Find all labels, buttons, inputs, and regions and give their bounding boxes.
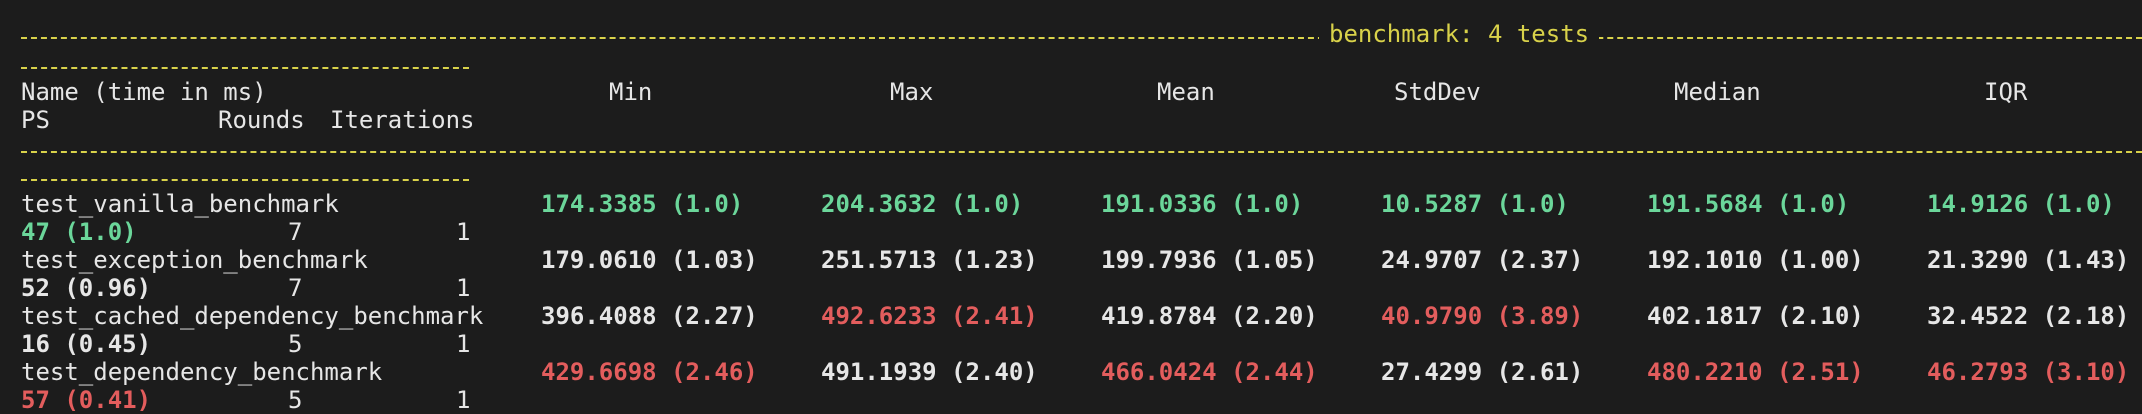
header-min: Min (609, 78, 653, 106)
row-ps: 16 (0.45) (21, 330, 152, 358)
row-iqr: 14.9126 (1.0) (1927, 190, 2115, 218)
header-separator-wrap (21, 162, 2142, 190)
row-name: test_dependency_benchmark (21, 358, 383, 386)
row-iterations: 1 (456, 218, 471, 246)
row-ps: 57 (0.41) (21, 386, 152, 414)
row-name: test_vanilla_benchmark (21, 190, 339, 218)
row-rounds: 5 (288, 386, 303, 414)
row-median: 191.5684 (1.0) (1647, 190, 1850, 218)
row-stddev: 27.4299 (2.61) (1381, 358, 1584, 386)
header-stddev: StdDev (1394, 78, 1481, 106)
row-mean: 466.0424 (2.44) (1101, 358, 1318, 386)
row-median: 402.1817 (2.10) (1647, 302, 1864, 330)
header-name: Name (time in ms) (21, 78, 267, 106)
header-mean: Mean (1157, 78, 1215, 106)
row-iqr: 21.3290 (1.43) (1927, 246, 2130, 274)
row-max: 492.6233 (2.41) (821, 302, 1038, 330)
separator-line (21, 151, 2142, 153)
top-separator-wrap (21, 50, 2142, 78)
header-iterations: Iterations (330, 106, 475, 134)
row-rounds: 7 (288, 274, 303, 302)
row-median: 192.1010 (1.00) (1647, 246, 1864, 274)
separator-line (21, 37, 2142, 39)
row-iqr: 32.4522 (2.18) (1927, 302, 2130, 330)
row-mean: 419.8784 (2.20) (1101, 302, 1318, 330)
header-rounds: Rounds (218, 106, 305, 134)
row-max: 204.3632 (1.0) (821, 190, 1024, 218)
row-mean: 199.7936 (1.05) (1101, 246, 1318, 274)
row-iterations: 1 (456, 330, 471, 358)
top-separator: benchmark: 4 tests (21, 20, 2142, 48)
header-ps: PS (21, 106, 50, 134)
separator-line-wrap (21, 67, 469, 69)
row-min: 429.6698 (2.46) (541, 358, 758, 386)
header-max: Max (890, 78, 934, 106)
row-mean: 191.0336 (1.0) (1101, 190, 1304, 218)
row-min: 179.0610 (1.03) (541, 246, 758, 274)
row-min: 174.3385 (1.0) (541, 190, 744, 218)
row-ps: 52 (0.96) (21, 274, 152, 302)
row-stddev: 10.5287 (1.0) (1381, 190, 1569, 218)
benchmark-title: benchmark: 4 tests (1319, 20, 1600, 48)
row-max: 491.1939 (2.40) (821, 358, 1038, 386)
row-iterations: 1 (456, 274, 471, 302)
row-iqr: 46.2793 (3.10) (1927, 358, 2130, 386)
row-median: 480.2210 (2.51) (1647, 358, 1864, 386)
row-min: 396.4088 (2.27) (541, 302, 758, 330)
row-name: test_cached_dependency_benchmark (21, 302, 484, 330)
row-stddev: 24.9707 (2.37) (1381, 246, 1584, 274)
header-separator (21, 134, 2142, 162)
header-median: Median (1674, 78, 1761, 106)
row-iterations: 1 (456, 386, 471, 414)
row-stddev: 40.9790 (3.89) (1381, 302, 1584, 330)
row-max: 251.5713 (1.23) (821, 246, 1038, 274)
header-iqr: IQR (1984, 78, 2028, 106)
row-rounds: 7 (288, 218, 303, 246)
separator-line-wrap (21, 179, 469, 181)
row-name: test_exception_benchmark (21, 246, 368, 274)
row-ps: 47 (1.0) (21, 218, 137, 246)
row-rounds: 5 (288, 330, 303, 358)
